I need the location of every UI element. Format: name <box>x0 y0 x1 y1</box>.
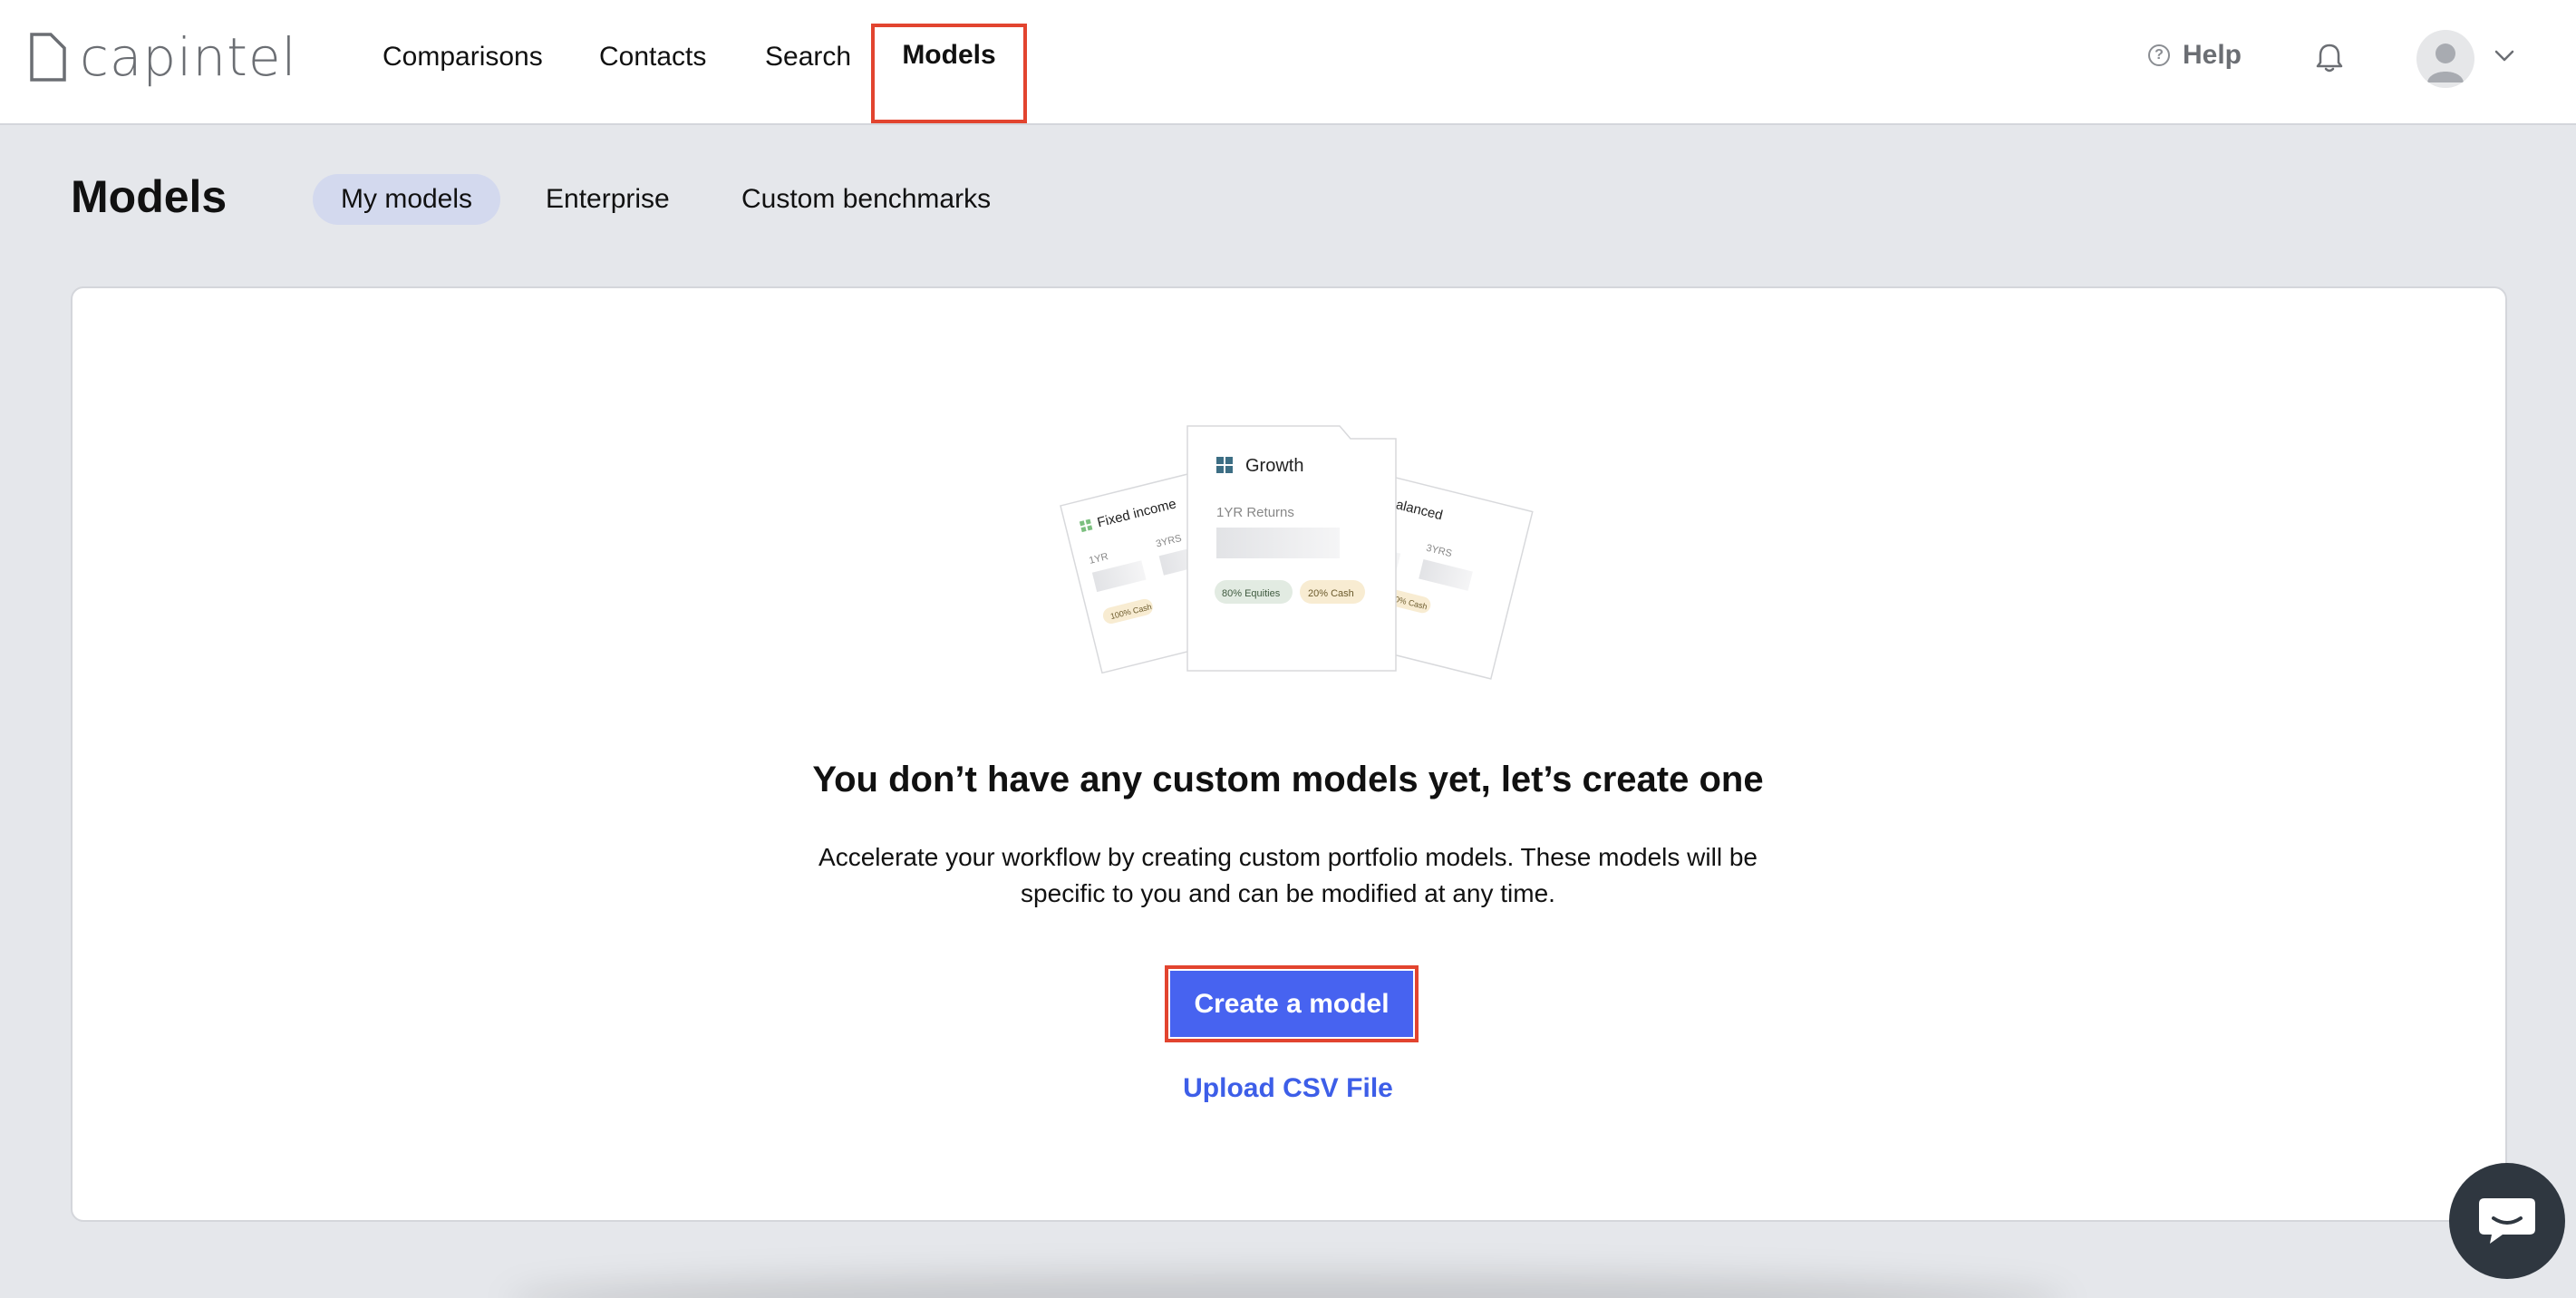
question-circle-icon: ? <box>2148 44 2170 66</box>
chat-widget-button[interactable] <box>2449 1163 2565 1279</box>
growth-card: Growth 1YR Returns 80% Equities 20% Cash <box>1186 425 1397 672</box>
growth-subtitle: 1YR Returns <box>1216 505 1294 520</box>
nav-models[interactable]: Models <box>871 24 1027 123</box>
page-title: Models <box>71 171 228 222</box>
top-navigation-bar: capintel Comparisons Contacts Search Mod… <box>0 0 2576 125</box>
logo-mark-icon <box>30 33 66 82</box>
nav-contacts[interactable]: Contacts <box>599 40 706 74</box>
logo-text: capintel <box>80 26 297 88</box>
empty-state-description: Accelerate your workflow by creating cus… <box>818 843 1758 907</box>
nav-models-label: Models <box>902 40 996 70</box>
nav-comparisons[interactable]: Comparisons <box>383 40 543 74</box>
create-model-button[interactable]: Create a model <box>1165 965 1419 1042</box>
user-avatar[interactable] <box>2416 30 2474 88</box>
capintel-logo[interactable]: capintel <box>29 29 297 85</box>
bell-icon[interactable] <box>2314 42 2345 74</box>
user-avatar-icon <box>2427 44 2464 82</box>
chat-bubble-icon <box>2479 1198 2535 1244</box>
growth-chip2: 20% Cash <box>1308 588 1354 599</box>
nav-search[interactable]: Search <box>765 40 851 74</box>
growth-title: Growth <box>1245 456 1303 476</box>
model-cards-illustration: Fixed income 1YR 3YRS 100% Cash Balanced… <box>1060 425 1534 680</box>
bottom-shadow <box>508 1274 2067 1298</box>
upload-csv-link[interactable]: Upload CSV File <box>0 1073 2576 1104</box>
tab-enterprise[interactable]: Enterprise <box>518 174 698 225</box>
tab-my-models[interactable]: My models <box>313 174 501 225</box>
help-label: Help <box>2183 40 2242 70</box>
create-model-button-label: Create a model <box>1170 971 1413 1037</box>
empty-state-title: You don’t have any custom models yet, le… <box>812 760 1764 799</box>
chevron-down-icon[interactable] <box>2494 50 2514 63</box>
growth-chip1: 80% Equities <box>1222 588 1281 599</box>
tab-custom-benchmarks[interactable]: Custom benchmarks <box>713 174 1019 225</box>
help-button[interactable]: ? Help <box>2148 40 2242 71</box>
